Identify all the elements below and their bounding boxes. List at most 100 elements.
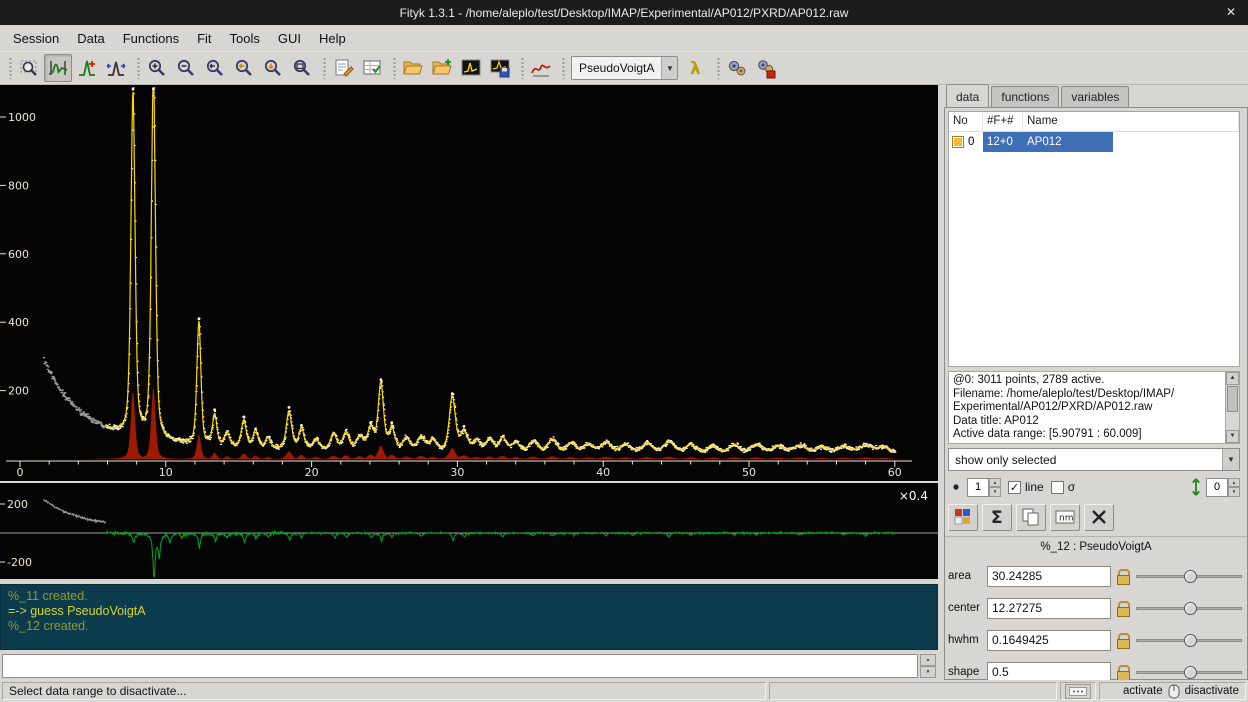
lock-icon[interactable] [1116,633,1129,648]
fit-settings-button[interactable] [752,54,780,82]
dataset-list[interactable]: No#F+#Name 012+0AP012 [948,111,1240,367]
sidebar-tabs: datafunctionsvariables [946,85,1131,108]
param-area-slider[interactable] [1134,568,1244,584]
main-plot[interactable]: 01020304050602004006008001000 [0,85,938,481]
tab-variables[interactable]: variables [1061,86,1129,108]
spin-up-icon[interactable]: ▲ [989,478,1001,488]
filter-dropdown[interactable]: show only selected ▼ [948,448,1240,471]
spin-down-icon[interactable]: ▼ [989,487,1001,497]
menu-tools[interactable]: Tools [221,27,269,50]
function-type-combo[interactable]: PseudoVoigtA▼ [571,56,678,80]
dataset-name: AP012 [1023,132,1113,152]
spin-down-icon[interactable]: ▼ [1228,487,1240,497]
activate-label: activate [1123,685,1163,697]
scrollbar-thumb[interactable] [1227,386,1238,412]
zoom-horizontal-button[interactable] [230,54,258,82]
sigma-checkbox[interactable]: σ [1051,480,1075,494]
slider-thumb[interactable] [1184,602,1197,615]
command-input[interactable] [2,654,918,678]
tab-data[interactable]: data [946,84,989,108]
menu-session[interactable]: Session [4,27,68,50]
param-shape-slider[interactable] [1134,664,1244,680]
output-console[interactable]: %_11 created.=-> guess PseudoVoigtA%_12 … [0,584,938,650]
rename-dataset-button[interactable]: nm [1050,504,1080,531]
copy-dataset-button[interactable] [1016,504,1046,531]
menubar: SessionDataFunctionsFitToolsGUIHelp [0,25,1248,51]
slider-thumb[interactable] [1184,666,1197,679]
range-mode-button[interactable] [44,54,72,82]
dataset-colors-button[interactable] [948,504,978,531]
open-data-button[interactable] [399,54,427,82]
status-mini-button[interactable] [1065,684,1091,699]
add-peak-mode-button[interactable] [73,54,101,82]
param-area-input[interactable] [987,566,1111,587]
menu-gui[interactable]: GUI [269,27,310,50]
zoom-out-button[interactable] [172,54,200,82]
zoom-all-button[interactable] [288,54,316,82]
export-plot-button[interactable] [457,54,485,82]
close-button[interactable]: ✕ [1223,4,1239,20]
lock-icon[interactable] [1116,569,1129,584]
svg-text:20: 20 [305,466,319,479]
slider-thumb[interactable] [1184,634,1197,647]
save-image-button[interactable] [486,54,514,82]
append-data-button[interactable] [428,54,456,82]
param-hwhm-input[interactable] [987,630,1111,651]
toolbar-separator [389,57,396,79]
dataset-fcount: 12+0 [983,132,1023,152]
menu-functions[interactable]: Functions [114,27,188,50]
zoom-in-button[interactable] [143,54,171,82]
menu-fit[interactable]: Fit [188,27,220,50]
scroll-up-icon[interactable]: ▲ [920,654,936,666]
edit-script-button[interactable] [329,54,357,82]
slider-thumb[interactable] [1184,570,1197,583]
param-hwhm-slider[interactable] [1134,632,1244,648]
curve-red-icon [530,57,552,79]
dataset-number: 0 [968,136,974,148]
data-table-button[interactable] [358,54,386,82]
point-size-input[interactable] [967,478,989,497]
aux-plot[interactable]: 200-200×0.4 [0,483,938,579]
info-line: Experimental/AP012/PXRD/AP012.raw [953,401,1223,415]
command-history-scrollbar[interactable]: ▲ ▼ [920,654,936,678]
zoom-mode-button[interactable] [15,54,43,82]
checkbox-box[interactable]: ✓ [1008,481,1021,494]
data-transform-button[interactable] [527,54,555,82]
lock-icon[interactable] [1116,665,1129,680]
zoom-vertical-button[interactable] [259,54,287,82]
column-header-name: Name [1023,112,1239,131]
dataset-checkbox[interactable] [952,136,964,148]
menu-help[interactable]: Help [310,27,355,50]
fit-run-button[interactable] [723,54,751,82]
info-line: Data title: AP012 [953,415,1223,429]
dataset-actions: Σnm [948,502,1240,532]
scroll-down-icon[interactable]: ▼ [920,666,936,678]
dataset-row[interactable]: 0 12+0AP012 [949,132,1239,152]
scroll-up-icon[interactable]: ▲ [1226,372,1239,385]
param-center-input[interactable] [987,598,1111,619]
delete-dataset-button[interactable] [1084,504,1114,531]
folder-open-icon [402,57,424,79]
line-checkbox[interactable]: ✓ line [1008,480,1044,494]
info-scrollbar[interactable]: ▲ ▼ [1225,372,1239,443]
sum-button[interactable]: Σ [982,504,1012,531]
point-size-spinner[interactable]: ▲▼ [967,478,1001,497]
folder-plus-icon [431,57,453,79]
mouse-icon [1168,684,1180,699]
svg-text:-200: -200 [7,556,32,569]
scroll-down-icon[interactable]: ▼ [1226,430,1239,443]
svg-text:200: 200 [8,385,29,398]
zoom-previous-button[interactable] [201,54,229,82]
menu-data[interactable]: Data [68,27,113,50]
shift-spinner[interactable]: ▲▼ [1206,478,1240,497]
checkbox-box[interactable] [1051,481,1064,494]
lock-icon[interactable] [1116,601,1129,616]
magnifier-plus-icon [146,57,168,79]
guess-peak-button[interactable]: λ [682,54,710,82]
tab-functions[interactable]: functions [991,86,1059,108]
param-center-slider[interactable] [1134,600,1244,616]
spin-up-icon[interactable]: ▲ [1228,478,1240,488]
shift-input[interactable] [1206,478,1228,497]
console-line: =-> guess PseudoVoigtA [8,604,930,619]
drag-peak-mode-button[interactable] [102,54,130,82]
